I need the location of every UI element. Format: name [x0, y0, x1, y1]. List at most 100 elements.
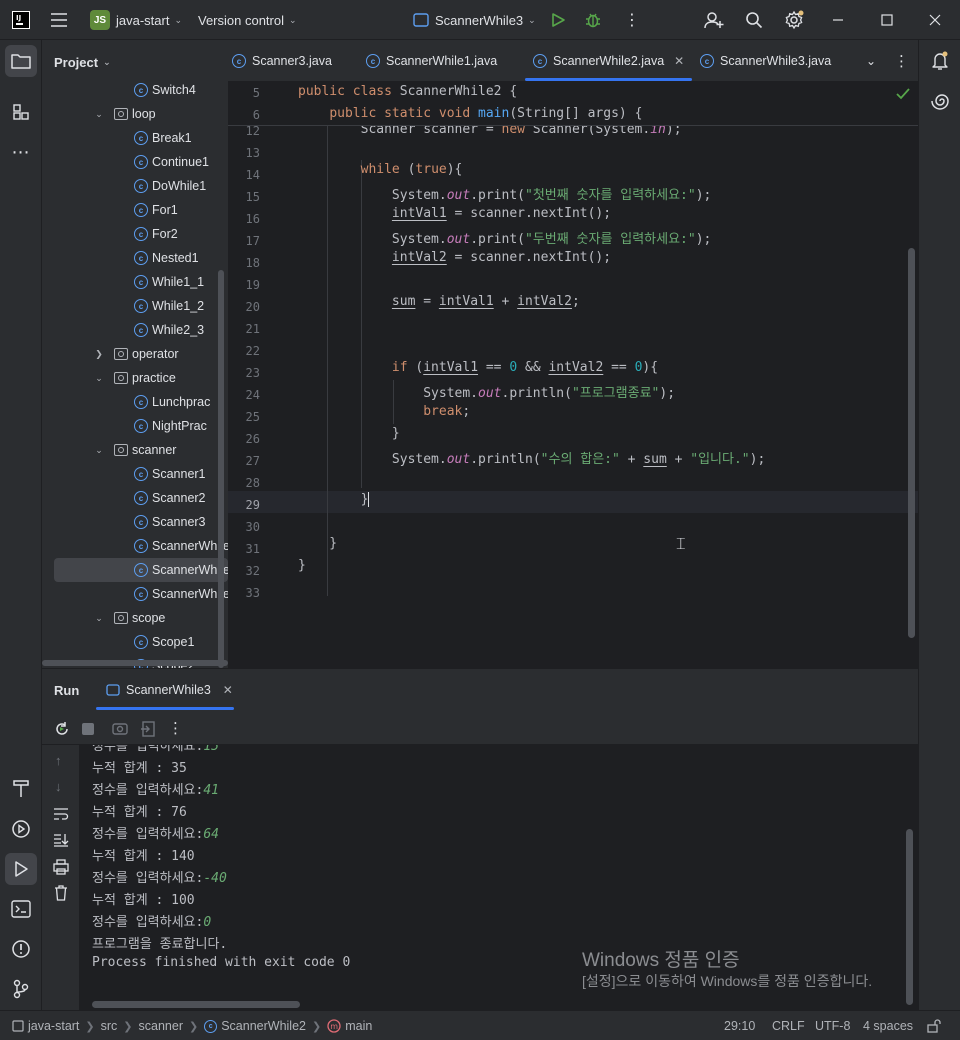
java-class-icon: c — [134, 155, 148, 169]
breadcrumb-class[interactable]: ScannerWhile2 — [221, 1019, 306, 1033]
more-tools-button[interactable]: ⋯ — [5, 136, 37, 168]
build-tool-button[interactable] — [5, 772, 37, 804]
console-horizontal-scrollbar[interactable] — [92, 1001, 300, 1008]
notifications-button[interactable] — [924, 45, 956, 77]
line-separator[interactable]: CRLF — [772, 1011, 805, 1040]
tree-package-row[interactable]: ⌄ loop — [42, 102, 228, 126]
title-bar: IJ JS java-start ⌄ Version control ⌄ Sca… — [0, 0, 960, 40]
problems-tool-button[interactable] — [5, 933, 37, 965]
run-button[interactable] — [550, 0, 566, 40]
tree-class-row[interactable]: c NightPrac — [42, 414, 228, 438]
run-tool-button[interactable] — [5, 853, 37, 885]
tree-class-row[interactable]: c ScannerWhile1 — [42, 534, 228, 558]
minimize-button[interactable] — [832, 0, 844, 40]
rerun-icon[interactable] — [54, 721, 70, 737]
more-actions-button[interactable]: ⋮ — [624, 0, 640, 40]
camera-icon[interactable] — [112, 721, 128, 735]
tab-scannerwhile1[interactable]: c ScannerWhile1.java — [366, 40, 497, 82]
tree-class-row[interactable]: c While2_3 — [42, 318, 228, 342]
stop-icon[interactable] — [82, 723, 94, 735]
close-window-button[interactable] — [929, 0, 941, 40]
chevron-right-icon[interactable]: ❯ — [94, 349, 104, 360]
file-encoding[interactable]: UTF-8 — [815, 1011, 850, 1040]
console-scrollbar[interactable] — [906, 829, 913, 1005]
java-class-icon: c — [134, 491, 148, 505]
tree-class-row[interactable]: c For1 — [42, 198, 228, 222]
tree-class-row[interactable]: c Continue1 — [42, 150, 228, 174]
chevron-down-icon[interactable]: ⌄ — [94, 613, 104, 624]
breadcrumb-src[interactable]: src — [101, 1019, 118, 1033]
tree-class-row[interactable]: c Scope1 — [42, 630, 228, 654]
java-class-icon: c — [134, 179, 148, 193]
sticky-scope-header[interactable]: 5 public class ScannerWhile2 { 6 public … — [228, 82, 918, 126]
tree-class-row[interactable]: c ScannerWhile3 — [42, 582, 228, 606]
terminal-tool-button[interactable] — [5, 893, 37, 925]
soft-wrap-icon[interactable] — [53, 807, 69, 821]
tab-scannerwhile2[interactable]: c ScannerWhile2.java ✕ — [524, 40, 693, 82]
breadcrumb-method[interactable]: main — [345, 1019, 372, 1033]
chevron-down-icon[interactable]: ⌄ — [94, 373, 104, 384]
run-tab-scannerwhile3[interactable]: ScannerWhile3 ✕ — [106, 669, 233, 711]
code-editor[interactable]: 12 13 14 15 16 17 18 19 20 21 22 23 24 25 26 27 28 29 30 31… — [228, 82, 918, 668]
tree-class-row[interactable]: c Break1 — [42, 126, 228, 150]
tree-package-row[interactable]: ⌄ scanner — [42, 438, 228, 462]
services-icon — [12, 820, 30, 838]
exit-icon[interactable] — [140, 721, 156, 737]
run-config-selector[interactable]: ScannerWhile3 ⌄ — [413, 0, 536, 40]
project-horizontal-scrollbar[interactable] — [42, 660, 228, 666]
main-menu-button[interactable] — [50, 0, 68, 40]
add-user-button[interactable] — [704, 0, 724, 40]
maximize-button[interactable] — [881, 0, 893, 40]
scroll-to-end-icon[interactable] — [53, 833, 69, 847]
tree-class-row[interactable]: c Scanner1 — [42, 462, 228, 486]
tree-package-row[interactable]: ⌄ practice — [42, 366, 228, 390]
tabs-dropdown-button[interactable]: ⌄ — [866, 40, 876, 82]
chevron-down-icon[interactable]: ⌄ — [94, 109, 104, 120]
editor-scrollbar[interactable] — [908, 248, 915, 638]
tree-class-row[interactable]: c Scanner2 — [42, 486, 228, 510]
ai-assistant-button[interactable] — [924, 85, 956, 117]
tree-class-row[interactable]: c While1_2 — [42, 294, 228, 318]
git-tool-button[interactable] — [5, 973, 37, 1005]
version-control-menu[interactable]: Version control ⌄ — [198, 0, 297, 40]
tree-class-row[interactable]: c While1_1 — [42, 270, 228, 294]
services-tool-button[interactable] — [5, 813, 37, 845]
console-output[interactable]: 정수를 입력하세요:15 누적 합계 : 35 정수를 입력하세요:41 누적 합계 … — [80, 745, 918, 1011]
tree-class-row[interactable]: c Nested1 — [42, 246, 228, 270]
close-tab-icon[interactable]: ✕ — [674, 54, 684, 68]
tree-item-label: scanner — [132, 443, 177, 457]
breadcrumb-project[interactable]: java-start — [28, 1019, 79, 1033]
arrow-up-icon[interactable]: ↑ — [55, 753, 62, 768]
tree-class-row[interactable]: c Switch4 — [42, 78, 228, 102]
tab-scannerwhile3[interactable]: c ScannerWhile3.java — [700, 40, 831, 82]
read-only-toggle[interactable] — [927, 1011, 941, 1040]
tree-class-row[interactable]: c ScannerWhile2 — [54, 558, 228, 582]
debug-button[interactable] — [584, 0, 602, 40]
project-tool-button[interactable] — [5, 45, 37, 77]
arrow-down-icon[interactable]: ↓ — [55, 779, 62, 794]
breadcrumb-scanner[interactable]: scanner — [139, 1019, 183, 1033]
close-tab-icon[interactable]: ✕ — [223, 683, 233, 697]
code-area[interactable]: Scanner scanner = new Scanner(System.in)… — [228, 82, 918, 668]
no-problems-check-icon[interactable] — [896, 88, 910, 100]
indent-setting[interactable]: 4 spaces — [863, 1011, 913, 1040]
caret-position[interactable]: 29:10 — [724, 1011, 755, 1040]
tree-class-row[interactable]: c DoWhile1 — [42, 174, 228, 198]
trash-icon[interactable] — [54, 885, 68, 901]
tree-class-row[interactable]: c Scanner3 — [42, 510, 228, 534]
project-selector[interactable]: JS java-start ⌄ — [90, 0, 182, 40]
tabs-more-button[interactable]: ⋮ — [894, 40, 909, 82]
tab-scanner3[interactable]: c Scanner3.java — [232, 40, 332, 82]
intellij-logo-icon[interactable]: IJ — [12, 0, 30, 40]
vertical-dots-icon[interactable]: ⋮ — [168, 719, 183, 737]
tree-class-row[interactable]: c For2 — [42, 222, 228, 246]
print-icon[interactable] — [53, 859, 69, 875]
settings-button[interactable] — [784, 0, 804, 40]
tree-package-row[interactable]: ❯ operator — [42, 342, 228, 366]
project-scrollbar[interactable] — [218, 270, 224, 668]
search-button[interactable] — [745, 0, 763, 40]
structure-tool-button[interactable] — [5, 96, 37, 128]
tree-package-row[interactable]: ⌄ scope — [42, 606, 228, 630]
tree-class-row[interactable]: c Lunchprac — [42, 390, 228, 414]
chevron-down-icon[interactable]: ⌄ — [94, 445, 104, 456]
